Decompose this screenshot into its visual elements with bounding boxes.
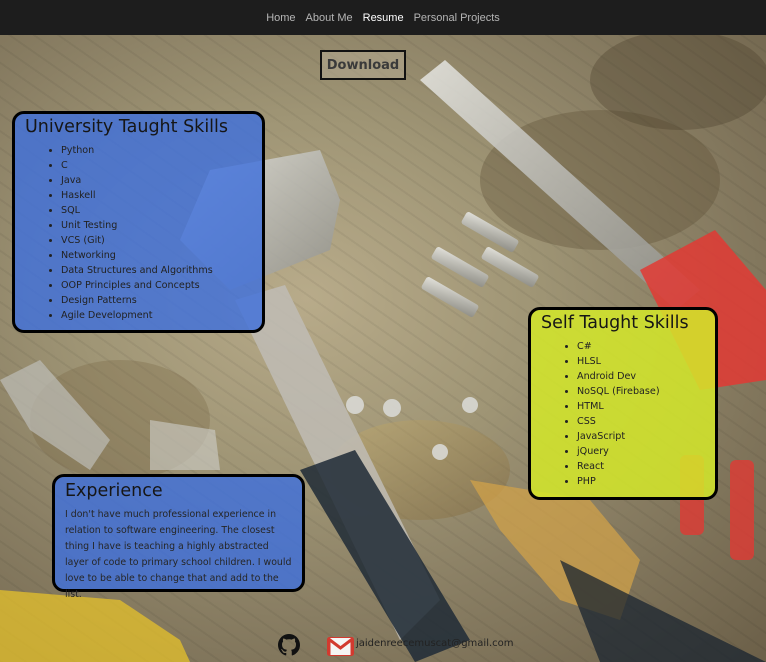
list-item: jQuery	[577, 444, 705, 459]
university-skills-title: University Taught Skills	[25, 117, 229, 137]
list-item: Agile Development	[61, 308, 252, 323]
experience-card: Experience I don't have much professiona…	[52, 474, 305, 600]
list-item: Data Structures and Algorithms	[61, 263, 252, 278]
university-skills-list: Python C Java Haskell SQL Unit Testing V…	[25, 143, 252, 323]
list-item: PHP	[577, 474, 705, 489]
list-item: HTML	[577, 399, 705, 414]
list-item: OOP Principles and Concepts	[61, 278, 252, 293]
nav-home-link[interactable]: Home	[261, 12, 300, 24]
list-item: C#	[577, 339, 705, 354]
resume-page: Home About Me Resume Personal Projects D…	[0, 0, 766, 662]
self-taught-skills-title: Self Taught Skills	[541, 313, 689, 333]
email-address[interactable]: jaidenreecemuscat@gmail.com	[356, 638, 514, 649]
experience-text: I don't have much professional experienc…	[65, 509, 292, 600]
download-button[interactable]: Download	[320, 50, 406, 80]
footer: jaidenreecemuscat@gmail.com	[0, 633, 766, 662]
experience-title: Experience	[65, 481, 163, 501]
nav-resume-link[interactable]: Resume	[358, 12, 409, 24]
list-item: VCS (Git)	[61, 233, 252, 248]
university-skills-card: University Taught Skills Python C Java H…	[12, 111, 265, 333]
list-item: Python	[61, 143, 252, 158]
list-item: JavaScript	[577, 429, 705, 444]
github-icon[interactable]	[278, 634, 300, 656]
list-item: Unit Testing	[61, 218, 252, 233]
list-item: Java	[61, 173, 252, 188]
list-item: HLSL	[577, 354, 705, 369]
nav-personal-projects-link[interactable]: Personal Projects	[409, 12, 505, 24]
nav-about-me-link[interactable]: About Me	[301, 12, 358, 24]
list-item: Networking	[61, 248, 252, 263]
list-item: C	[61, 158, 252, 173]
list-item: Android Dev	[577, 369, 705, 384]
self-taught-skills-card: Self Taught Skills C# HLSL Android Dev N…	[528, 307, 718, 500]
list-item: Design Patterns	[61, 293, 252, 308]
list-item: SQL	[61, 203, 252, 218]
list-item: React	[577, 459, 705, 474]
list-item: CSS	[577, 414, 705, 429]
self-taught-skills-list: C# HLSL Android Dev NoSQL (Firebase) HTM…	[541, 339, 705, 489]
list-item: NoSQL (Firebase)	[577, 384, 705, 399]
top-navbar: Home About Me Resume Personal Projects	[0, 0, 766, 35]
list-item: Haskell	[61, 188, 252, 203]
gmail-icon[interactable]	[327, 637, 354, 656]
